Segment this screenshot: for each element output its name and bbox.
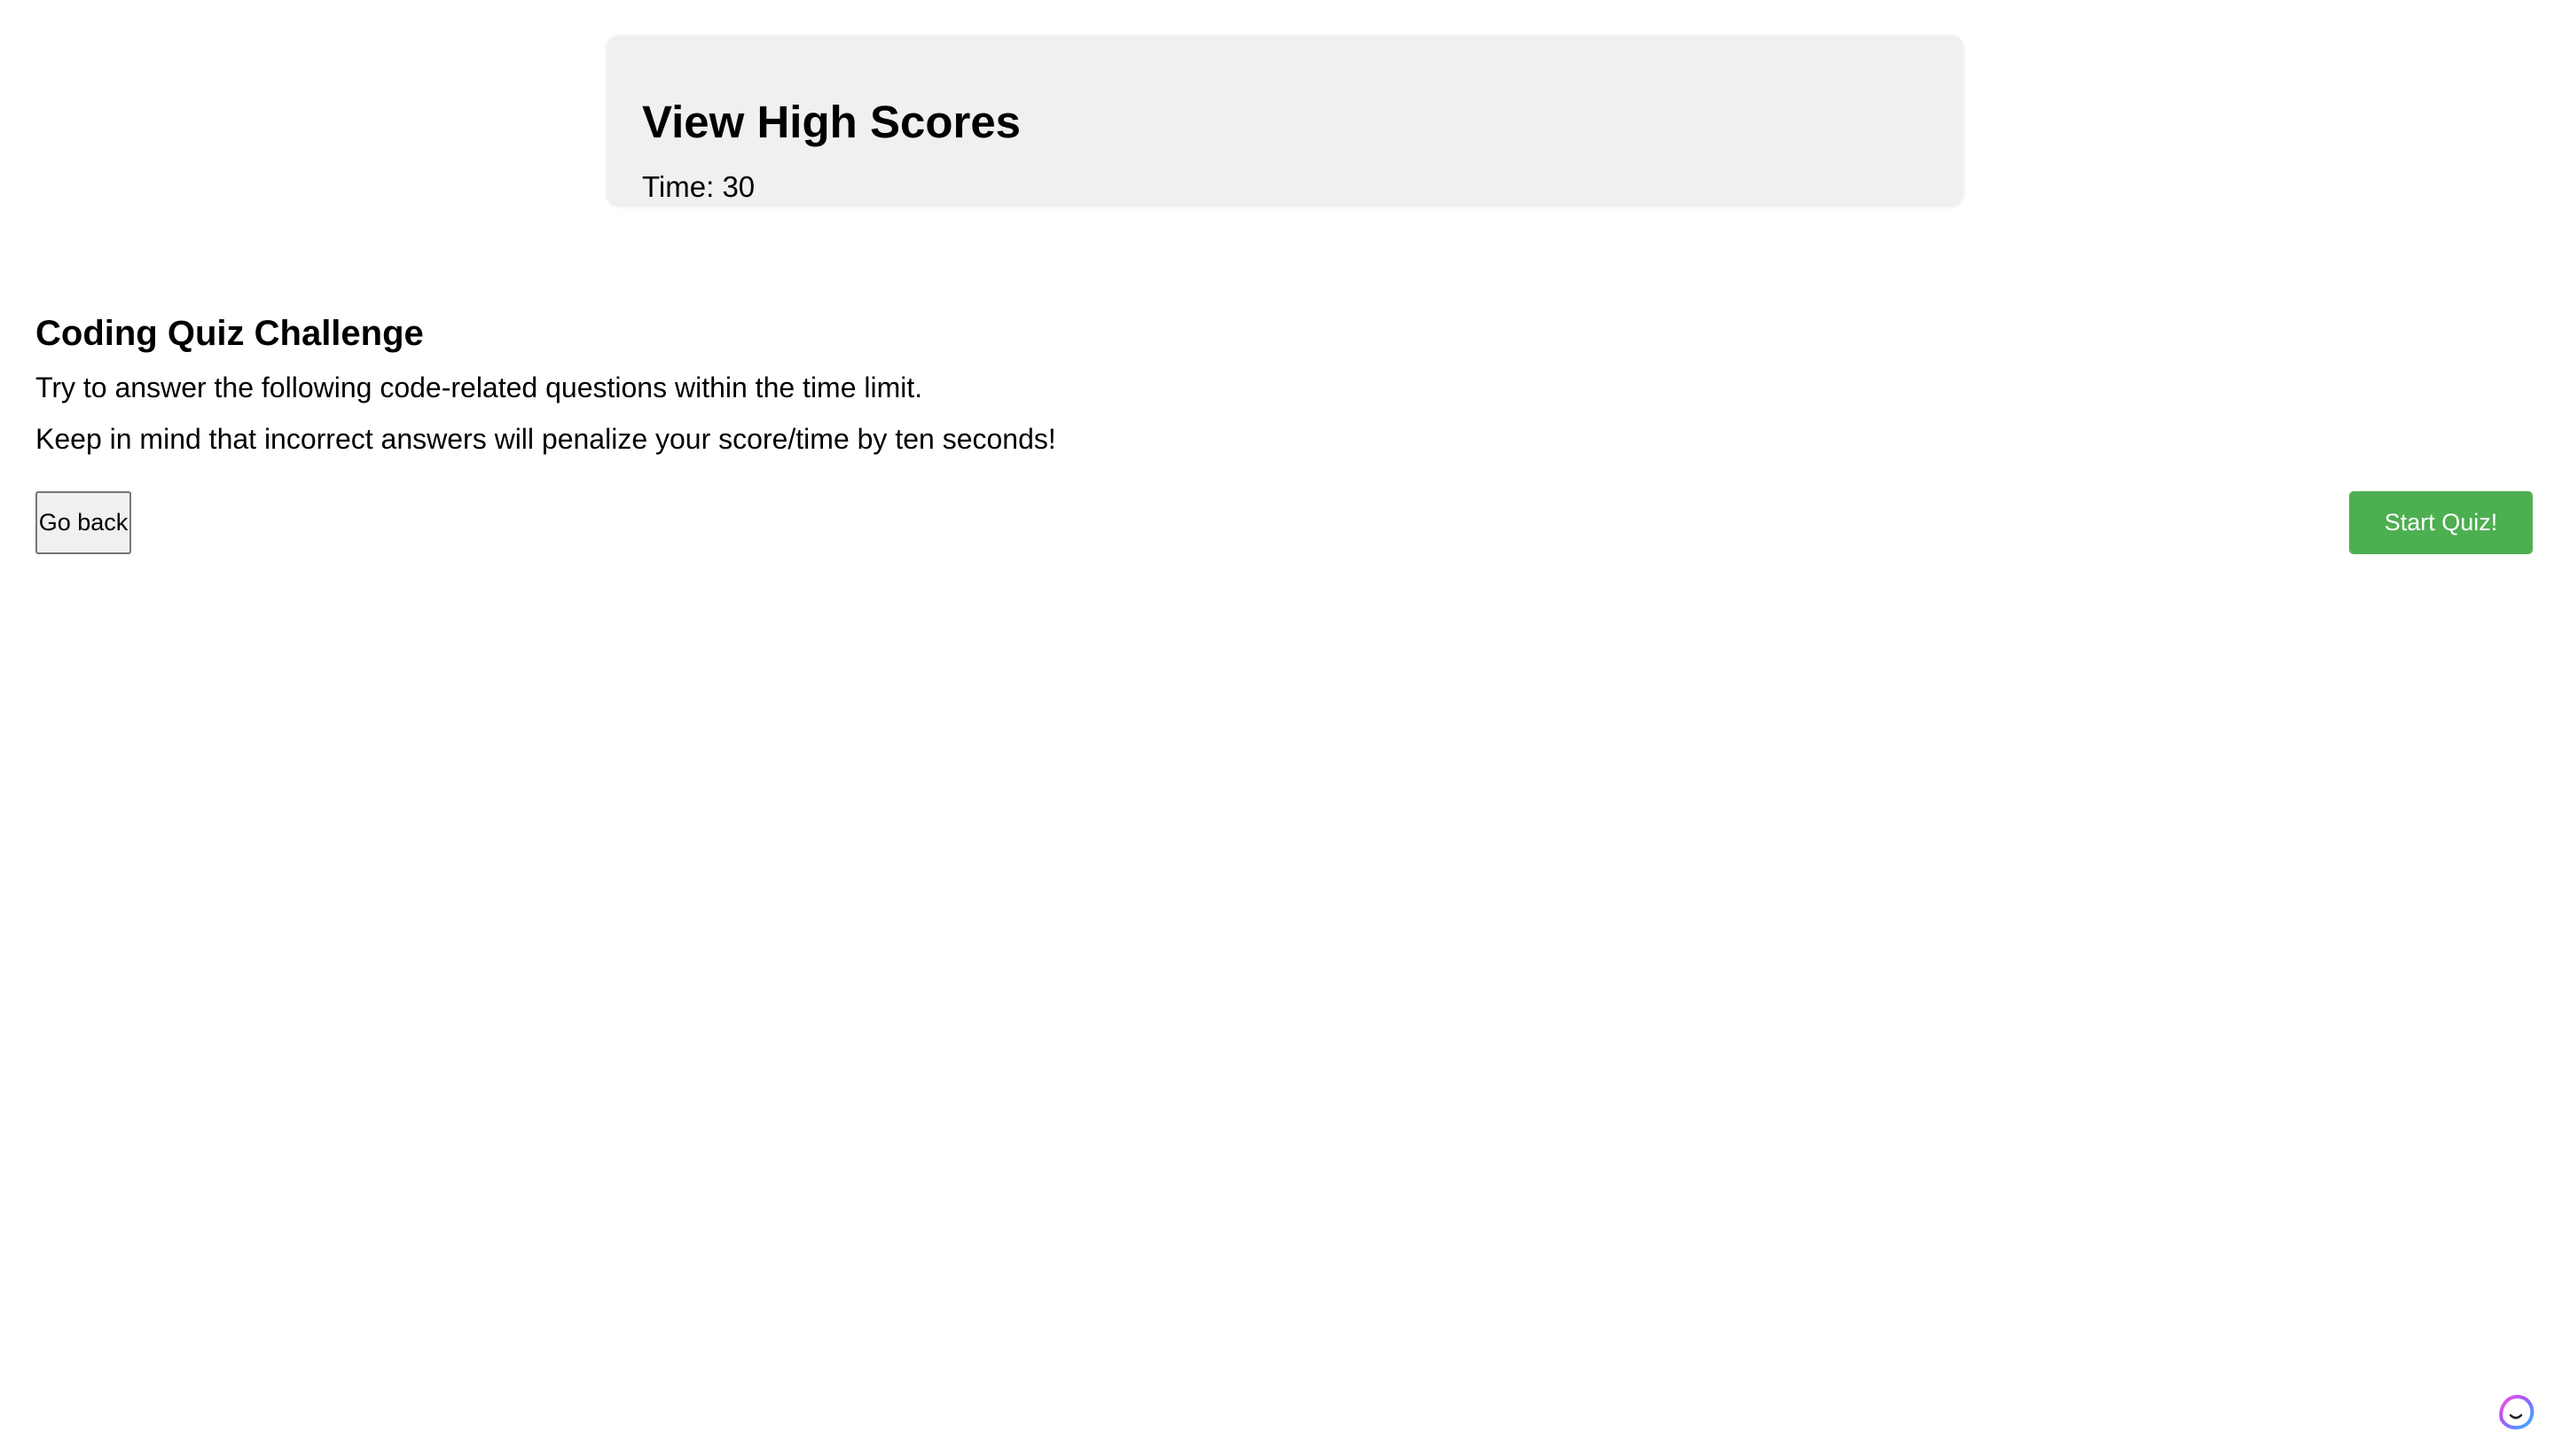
timer-display: Time: 30 — [642, 170, 756, 203]
assistant-face-icon[interactable] — [2494, 1388, 2538, 1432]
quiz-title: Coding Quiz Challenge — [35, 314, 424, 353]
start-quiz-button[interactable]: Start Quiz! — [2349, 491, 2533, 554]
instruction-text-2: Keep in mind that incorrect answers will… — [35, 423, 1056, 455]
instruction-text-1: Try to answer the following code-related… — [35, 372, 923, 403]
assistant-face-icon-graphic — [2499, 1394, 2534, 1430]
go-back-button[interactable]: Go back — [35, 491, 131, 554]
view-high-scores-heading[interactable]: View High Scores — [642, 99, 1021, 145]
page: View High Scores Time: 30 Coding Quiz Ch… — [0, 0, 2554, 1456]
header-card: View High Scores Time: 30 — [607, 35, 1963, 206]
